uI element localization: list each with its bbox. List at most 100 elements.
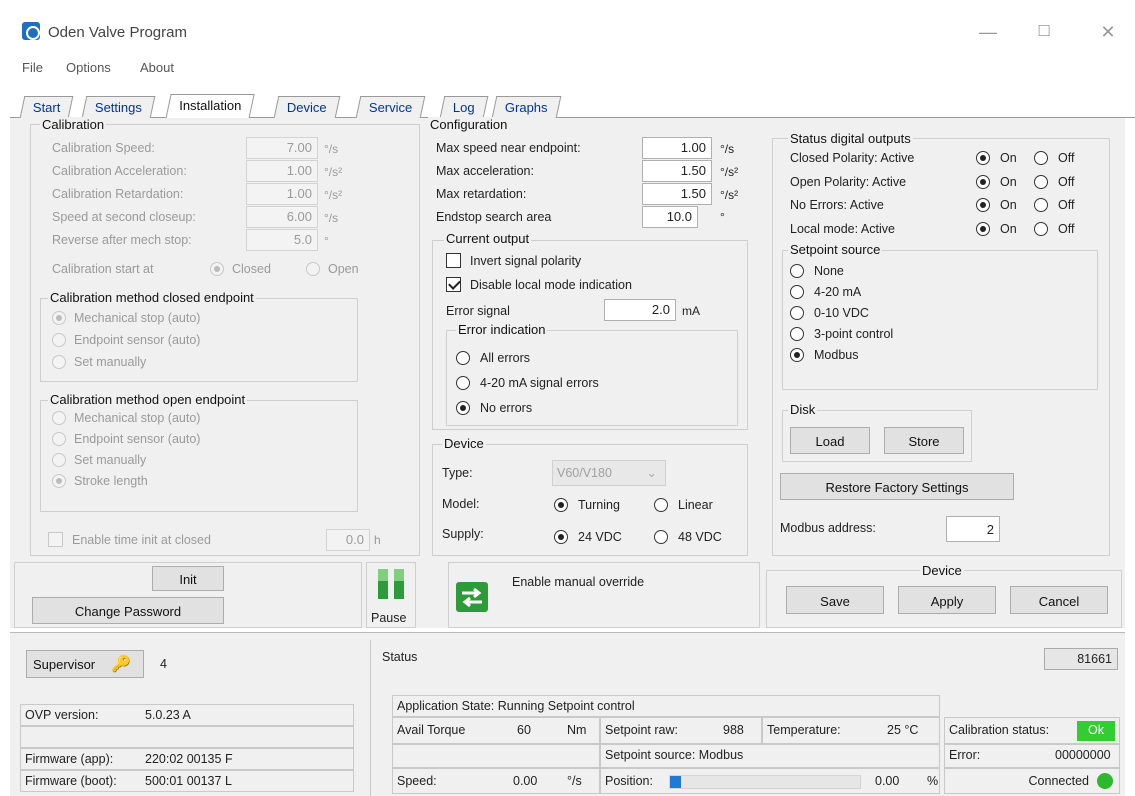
supply-24-radio[interactable] <box>554 530 568 544</box>
tab-start[interactable]: Start <box>19 96 74 118</box>
max-accel-field[interactable]: 1.50 <box>642 160 712 182</box>
position-value: 0.00 <box>875 774 900 788</box>
calib-accel-field[interactable]: 1.00 <box>246 160 318 182</box>
error-signal-field[interactable]: 2.0 <box>604 299 676 321</box>
temperature-value: 25 °C <box>887 723 919 737</box>
tab-service[interactable]: Service <box>355 96 426 118</box>
device-type-dropdown[interactable]: V60/V180 ⌄ <box>552 460 666 486</box>
error-4-20-radio[interactable] <box>456 376 470 390</box>
disable-local-mode-checkbox[interactable] <box>446 277 461 292</box>
firmware-app-row: Firmware (app): 220:02 00135 F <box>20 748 354 770</box>
calib-start-closed-radio[interactable] <box>210 262 224 276</box>
apply-button[interactable]: Apply <box>898 586 996 614</box>
calib-second-closeup-field[interactable]: 6.00 <box>246 206 318 228</box>
max-speed-field[interactable]: 1.00 <box>642 137 712 159</box>
menu-options[interactable]: Options <box>66 60 111 75</box>
connected-indicator-icon <box>1097 773 1113 789</box>
no-errors-off-radio[interactable] <box>1034 198 1048 212</box>
init-button[interactable]: Init <box>152 566 224 591</box>
open-stroke-length-radio[interactable] <box>52 474 66 488</box>
calib-retard-field[interactable]: 1.00 <box>246 183 318 205</box>
save-button[interactable]: Save <box>786 586 884 614</box>
calib-reverse-label: Reverse after mech stop: <box>52 233 192 247</box>
open-polarity-off-radio[interactable] <box>1034 175 1048 189</box>
tab-log[interactable]: Log <box>439 96 489 118</box>
time-init-label: Enable time init at closed <box>72 533 211 547</box>
supply-48-radio[interactable] <box>654 530 668 544</box>
open-endpoint-sensor-radio[interactable] <box>52 432 66 446</box>
closed-polarity-on-radio[interactable] <box>976 151 990 165</box>
firmware-app-value: 220:02 00135 F <box>145 752 233 766</box>
error-all-radio[interactable] <box>456 351 470 365</box>
setpoint-3-point-radio[interactable] <box>790 327 804 341</box>
error-none-radio[interactable] <box>456 401 470 415</box>
model-linear-radio[interactable] <box>654 498 668 512</box>
closed-set-manually-radio[interactable] <box>52 355 66 369</box>
tab-device[interactable]: Device <box>273 96 341 118</box>
calib-start-open-radio[interactable] <box>306 262 320 276</box>
max-retard-field[interactable]: 1.50 <box>642 183 712 205</box>
supervisor-button[interactable]: Supervisor 🔑 <box>26 650 144 678</box>
pause-button[interactable]: Pause <box>366 562 416 628</box>
time-init-checkbox[interactable] <box>48 532 63 547</box>
local-mode-on-radio[interactable] <box>976 222 990 236</box>
close-button[interactable]: ✕ <box>1088 18 1128 46</box>
closed-endpoint-sensor-radio[interactable] <box>52 333 66 347</box>
menu-file[interactable]: File <box>22 60 43 75</box>
model-linear-label: Linear <box>678 498 713 512</box>
configuration-title: Configuration <box>428 117 510 132</box>
error-label: Error: <box>949 748 981 762</box>
minimize-button[interactable]: — <box>968 18 1008 46</box>
closed-method-title: Calibration method closed endpoint <box>48 290 256 305</box>
status-divider <box>370 640 371 796</box>
modbus-address-field[interactable]: 2 <box>946 516 1000 542</box>
open-mech-stop-radio[interactable] <box>52 411 66 425</box>
tab-installation[interactable]: Installation <box>165 94 255 119</box>
device-supply-label: Supply: <box>442 527 484 541</box>
local-mode-off-radio[interactable] <box>1034 222 1048 236</box>
avail-torque-label: Avail Torque <box>397 723 466 737</box>
time-init-field[interactable]: 0.0 <box>326 529 370 551</box>
calib-reverse-field[interactable]: 5.0 <box>246 229 318 251</box>
calib-reverse-unit: ° <box>324 234 329 248</box>
closed-mech-stop-radio[interactable] <box>52 311 66 325</box>
calib-speed-field[interactable]: 7.00 <box>246 137 318 159</box>
calib-speed-label: Calibration Speed: <box>52 141 155 155</box>
change-password-button[interactable]: Change Password <box>32 597 224 624</box>
setpoint-4-20-radio[interactable] <box>790 285 804 299</box>
speed-value: 0.00 <box>513 774 538 788</box>
no-errors-on-radio[interactable] <box>976 198 990 212</box>
cancel-button[interactable]: Cancel <box>1010 586 1108 614</box>
model-turning-label: Turning <box>578 498 620 512</box>
tab-graphs[interactable]: Graphs <box>491 96 561 118</box>
device-type-label: Type: <box>442 466 473 480</box>
closed-polarity-off-radio[interactable] <box>1034 151 1048 165</box>
setpoint-modbus-radio[interactable] <box>790 348 804 362</box>
supervisor-label: Supervisor <box>33 657 96 672</box>
position-bar-fill <box>670 776 682 788</box>
tab-settings[interactable]: Settings <box>81 96 156 118</box>
invert-polarity-checkbox[interactable] <box>446 253 461 268</box>
closed-mech-stop-label: Mechanical stop (auto) <box>74 311 201 325</box>
ovp-version-label: OVP version: <box>25 708 99 722</box>
max-accel-unit: °/s² <box>720 165 739 179</box>
menu-about[interactable]: About <box>140 60 174 75</box>
firmware-boot-row: Firmware (boot): 500:01 00137 L <box>20 770 354 792</box>
restore-factory-button[interactable]: Restore Factory Settings <box>780 473 1014 500</box>
maximize-button[interactable]: ☐ <box>1024 18 1064 46</box>
open-polarity-on-radio[interactable] <box>976 175 990 189</box>
open-set-manually-radio[interactable] <box>52 453 66 467</box>
local-mode-off-label: Off <box>1058 222 1075 236</box>
manual-override-toggle[interactable] <box>456 582 488 612</box>
empty-status-cell <box>392 744 600 768</box>
load-button[interactable]: Load <box>790 427 870 454</box>
model-turning-radio[interactable] <box>554 498 568 512</box>
endstop-search-field[interactable]: 10.0 <box>642 206 698 228</box>
window-title: Oden Valve Program <box>48 24 187 41</box>
setpoint-0-10-radio[interactable] <box>790 306 804 320</box>
setpoint-none-radio[interactable] <box>790 264 804 278</box>
setpoint-3-point-label: 3-point control <box>814 327 894 341</box>
app-logo-icon <box>22 22 40 40</box>
position-unit: % <box>927 774 939 788</box>
store-button[interactable]: Store <box>884 427 964 454</box>
